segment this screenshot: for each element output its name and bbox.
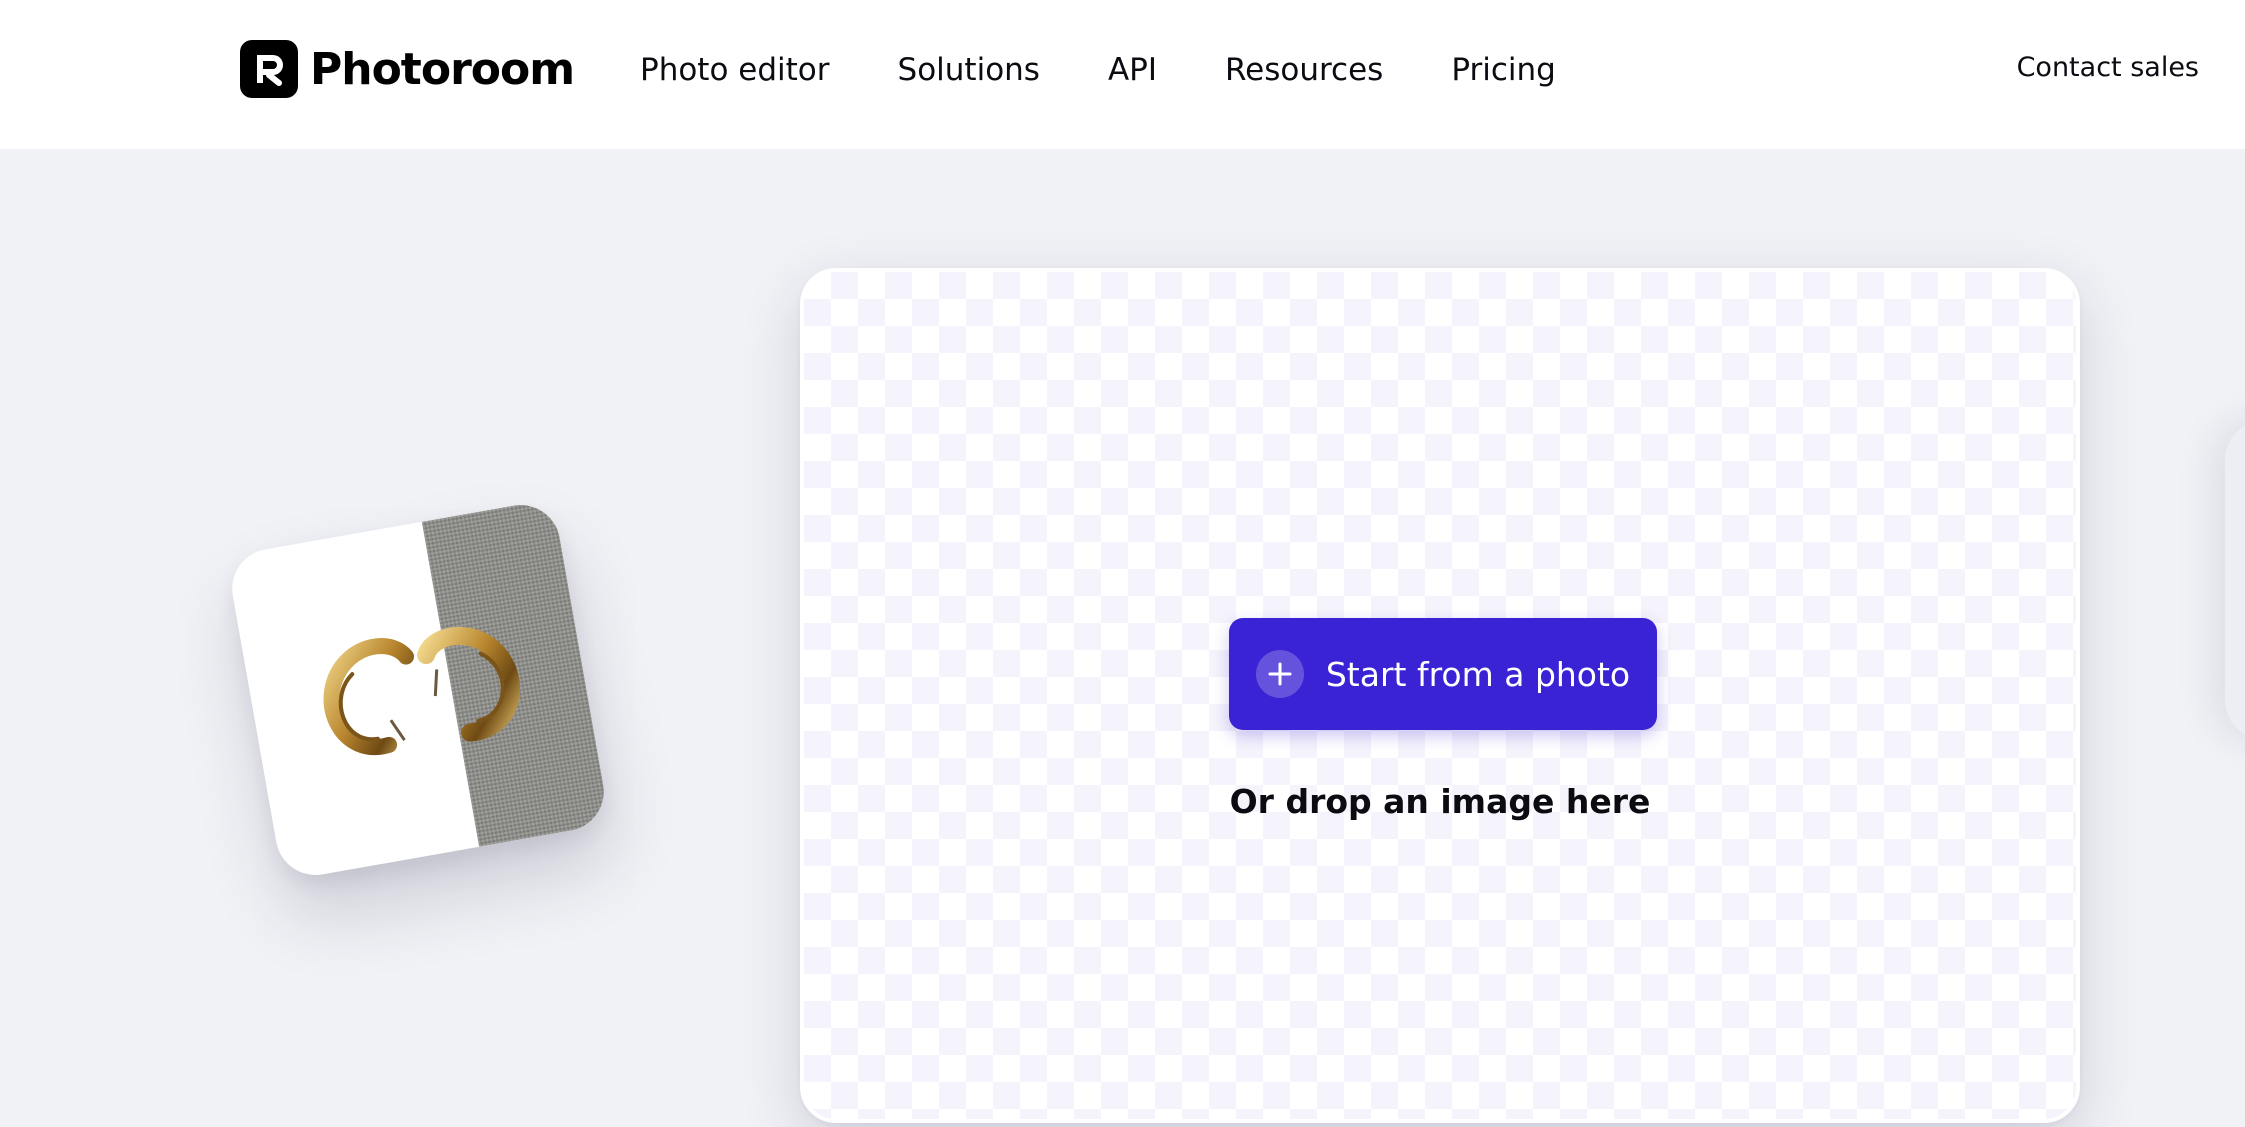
image-drop-zone[interactable]: Start from a photo Or drop an image here: [800, 268, 2080, 1123]
nav-resources[interactable]: Resources: [1225, 52, 1383, 88]
next-card-peek: [2225, 420, 2245, 740]
photoroom-logo[interactable]: Photoroom: [240, 40, 575, 98]
nav-pricing[interactable]: Pricing: [1451, 52, 1556, 88]
start-from-photo-button[interactable]: Start from a photo: [1229, 618, 1657, 730]
left-earring: [323, 638, 415, 755]
start-button-label: Start from a photo: [1325, 654, 1631, 694]
photoroom-logo-icon: [240, 40, 298, 98]
earrings-illustration: [323, 626, 521, 755]
right-earring: [417, 626, 521, 742]
contact-sales-link[interactable]: Contact sales: [2017, 52, 2199, 83]
plus-icon: [1255, 650, 1304, 698]
site-header: Photoroom Photo editor Solutions API Res…: [0, 0, 2245, 149]
brand-name: Photoroom: [310, 43, 575, 95]
nav-solutions[interactable]: Solutions: [898, 52, 1040, 88]
nav-photo-editor[interactable]: Photo editor: [640, 52, 830, 88]
main-nav: Photo editor Solutions API Resources Pri…: [640, 48, 1624, 92]
sample-image-earrings[interactable]: [225, 498, 611, 882]
drop-hint-text: Or drop an image here: [1229, 782, 1651, 821]
nav-api[interactable]: API: [1108, 52, 1157, 88]
